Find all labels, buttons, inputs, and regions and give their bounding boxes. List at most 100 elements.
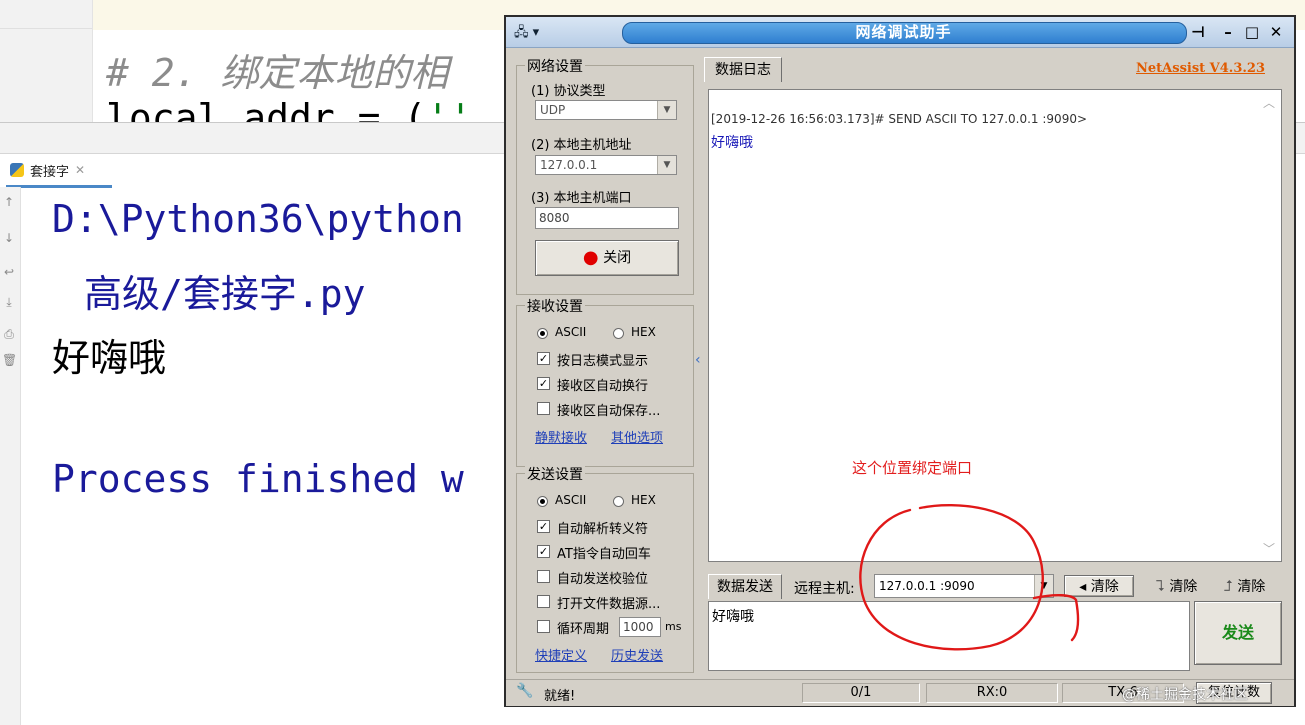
- quick-define-link[interactable]: 快捷定义: [535, 645, 587, 664]
- network-settings-group: 网络设置 (1) 协议类型 UDP ▼ (2) 本地主机地址 127.0.0.1…: [516, 56, 694, 295]
- run-tab-label: 套接字: [30, 164, 70, 180]
- hex-radio[interactable]: [613, 328, 624, 339]
- log-mode-checkbox[interactable]: ✓: [537, 352, 550, 365]
- log-line: [2019-12-26 16:56:03.173]# SEND ASCII TO…: [711, 112, 1088, 126]
- clear-down-icon: ⮧: [1156, 577, 1165, 595]
- hex-label: HEX: [631, 493, 656, 507]
- run-tab[interactable]: 套接字 ✕: [6, 155, 112, 188]
- close-icon[interactable]: ✕: [1266, 22, 1286, 42]
- python-icon: [10, 163, 24, 177]
- protocol-label: (1) 协议类型: [531, 84, 606, 99]
- scroll-to-end-icon[interactable]: ⤓: [2, 295, 16, 309]
- ascii-label: ASCII: [555, 493, 587, 507]
- wrench-icon: 🔧: [516, 683, 534, 699]
- chevron-down-icon: ▼: [657, 101, 676, 119]
- log-mode-label: 按日志模式显示: [557, 354, 649, 369]
- console-line: 好嗨哦: [52, 336, 167, 380]
- clear-label: 清除: [1169, 579, 1198, 595]
- pin-icon[interactable]: ⊣: [1188, 22, 1208, 42]
- clear-up-icon: ⮥: [1224, 577, 1233, 595]
- annotation-text: 这个位置绑定端口: [852, 459, 973, 477]
- status-ready: 就绪!: [544, 689, 576, 704]
- loop-period-label: 循环周期: [557, 622, 610, 637]
- escape-parse-label: 自动解析转义符: [557, 522, 649, 537]
- scroll-up-icon[interactable]: ︿: [1263, 94, 1275, 111]
- title-bar[interactable]: 🖧 ▾ 网络调试助手 ⊣ – □ ✕: [506, 17, 1294, 48]
- code-text: local_addr = (: [106, 96, 427, 122]
- trash-icon[interactable]: 🗑: [2, 353, 17, 367]
- print-icon[interactable]: ⎙: [2, 327, 16, 341]
- close-icon[interactable]: ✕: [75, 163, 85, 177]
- ascii-radio[interactable]: [537, 496, 548, 507]
- editor-gutter: [0, 0, 93, 125]
- scroll-down-icon[interactable]: ﹀: [1263, 540, 1275, 557]
- at-auto-return-checkbox[interactable]: ✓: [537, 545, 550, 558]
- protocol-value: UDP: [540, 103, 566, 117]
- group-title: 发送设置: [525, 464, 585, 484]
- checksum-checkbox[interactable]: [537, 570, 550, 583]
- console-line: Process finished w: [52, 457, 464, 501]
- gutter-divider: [0, 28, 92, 29]
- console-line: D:\Python36\python: [52, 197, 464, 241]
- netassist-window: 🖧 ▾ 网络调试助手 ⊣ – □ ✕ 网络设置 (1) 协议类型 UDP ▼ (…: [504, 15, 1296, 707]
- port-label: (3) 本地主机端口: [531, 191, 632, 206]
- clear-receive-button[interactable]: ⮥ 清除: [1224, 575, 1265, 597]
- code-comment: # 2. 绑定本地的相: [106, 51, 449, 95]
- silent-receive-link[interactable]: 静默接收: [535, 427, 587, 446]
- code-line: local_addr = ('': [106, 96, 472, 122]
- data-log-area[interactable]: [2019-12-26 16:56:03.173]# SEND ASCII TO…: [708, 89, 1282, 562]
- auto-save-checkbox[interactable]: [537, 402, 550, 415]
- file-source-checkbox[interactable]: [537, 595, 550, 608]
- close-button-label: 关闭: [603, 250, 632, 266]
- minimize-icon[interactable]: –: [1218, 22, 1238, 42]
- collapse-panel-icon[interactable]: ‹: [695, 352, 701, 368]
- hex-radio[interactable]: [613, 496, 624, 507]
- protocol-select[interactable]: UDP ▼: [535, 100, 677, 120]
- arrow-down-icon[interactable]: ↓: [2, 231, 16, 245]
- host-select[interactable]: 127.0.0.1 ▼: [535, 155, 677, 175]
- ascii-radio[interactable]: [537, 328, 548, 339]
- watermark-text: @稀土掘金技术社区: [1122, 687, 1248, 703]
- port-input[interactable]: 8080: [535, 207, 679, 229]
- period-unit: ms: [665, 620, 682, 633]
- history-send-link[interactable]: 历史发送: [611, 645, 663, 664]
- at-auto-return-label: AT指令自动回车: [557, 547, 651, 562]
- run-toolbar: ↑ ↓ ↩ ⤓ ⎙ 🗑: [0, 187, 21, 725]
- send-button[interactable]: 发送: [1194, 601, 1282, 665]
- loop-period-checkbox[interactable]: [537, 620, 550, 633]
- chevron-down-icon: ▼: [657, 156, 676, 174]
- status-count: 0/1: [802, 683, 920, 703]
- group-title: 网络设置: [525, 56, 585, 76]
- annotation-circle: [859, 503, 1080, 651]
- clear-label: 清除: [1090, 579, 1119, 595]
- brand-link[interactable]: NetAssist V4.3.23: [1136, 61, 1265, 76]
- escape-parse-checkbox[interactable]: ✓: [537, 520, 550, 533]
- maximize-icon[interactable]: □: [1242, 22, 1262, 42]
- period-input[interactable]: 1000: [619, 617, 661, 637]
- send-settings-group: 发送设置 ASCII HEX ✓ 自动解析转义符 ✓ AT指令自动回车 自动发送…: [516, 464, 694, 673]
- status-rx: RX:0: [926, 683, 1058, 703]
- log-line: 好嗨哦: [711, 135, 753, 151]
- code-string: '': [426, 96, 473, 122]
- group-title: 接收设置: [525, 296, 585, 316]
- checksum-label: 自动发送校验位: [557, 572, 649, 587]
- other-options-link[interactable]: 其他选项: [611, 427, 663, 446]
- auto-save-label: 接收区自动保存...: [557, 404, 661, 419]
- ascii-label: ASCII: [555, 325, 587, 339]
- clear-label: 清除: [1237, 579, 1266, 595]
- close-connection-button[interactable]: ● 关闭: [535, 240, 679, 276]
- auto-wrap-label: 接收区自动换行: [557, 379, 649, 394]
- tab-data-send[interactable]: 数据发送: [708, 574, 782, 599]
- host-label: (2) 本地主机地址: [531, 138, 632, 153]
- console-line: 高级/套接字.py: [84, 272, 366, 316]
- auto-wrap-checkbox[interactable]: ✓: [537, 377, 550, 390]
- clear-send-button[interactable]: ⮧ 清除: [1156, 575, 1197, 597]
- system-menu-icon[interactable]: 🖧 ▾: [514, 23, 548, 41]
- soft-wrap-icon[interactable]: ↩: [2, 265, 16, 279]
- status-light-icon: ●: [582, 247, 599, 268]
- tab-data-log[interactable]: 数据日志: [704, 57, 782, 82]
- host-value: 127.0.0.1: [540, 158, 598, 172]
- arrow-up-icon[interactable]: ↑: [2, 195, 16, 209]
- receive-settings-group: 接收设置 ASCII HEX ✓ 按日志模式显示 ✓ 接收区自动换行 接收区自动…: [516, 296, 694, 467]
- hex-label: HEX: [631, 325, 656, 339]
